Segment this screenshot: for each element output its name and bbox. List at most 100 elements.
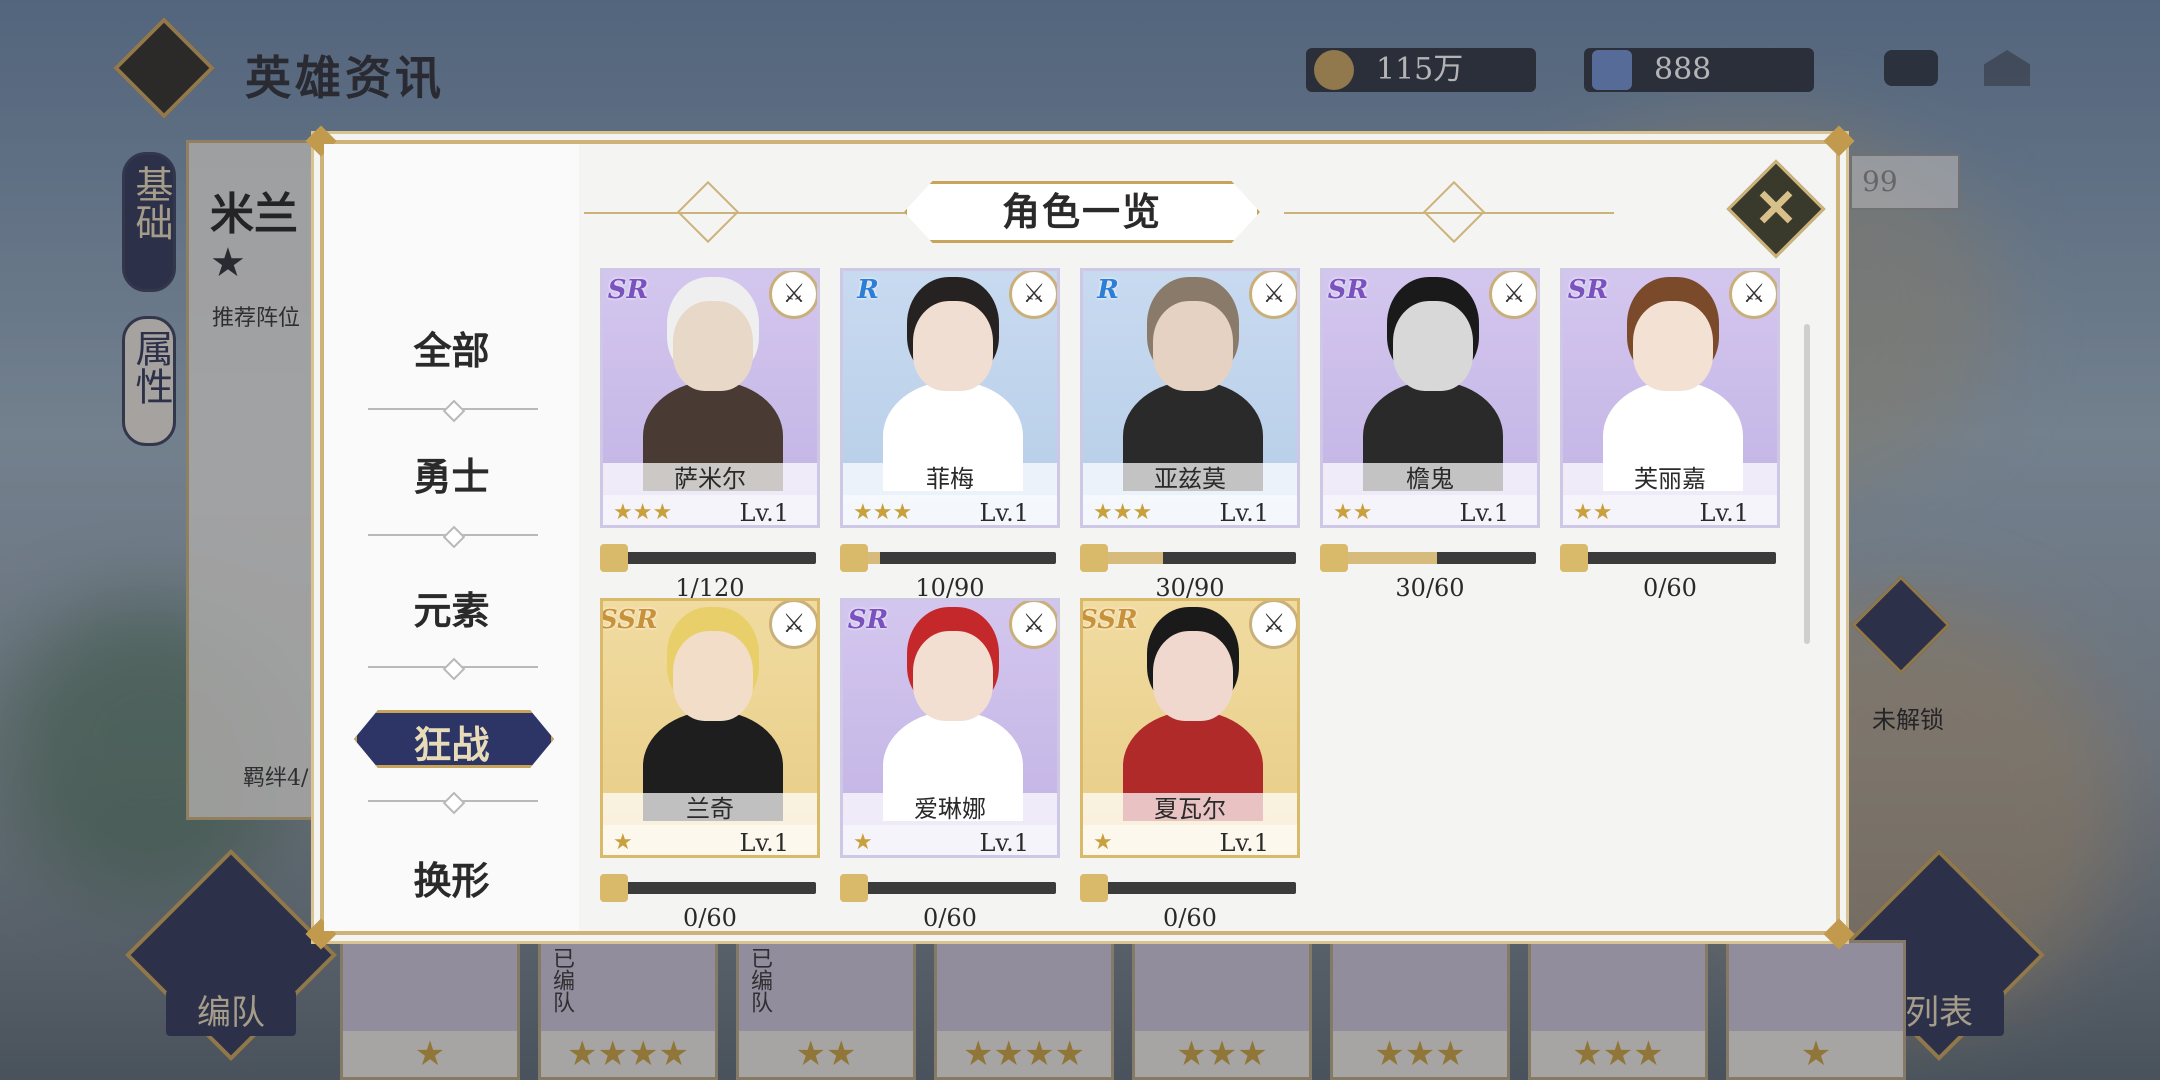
progress-text: 0/60 [1643,574,1697,602]
hero-info-bar: ★ Lv.1 [1083,825,1297,855]
hero-card[interactable]: SR ⚔ 爱琳娜 ★ Lv.1 [840,598,1060,858]
hero-card[interactable]: SR ⚔ 芙丽嘉 ★★ Lv.1 [1560,268,1780,528]
hero-info-bar: ★ Lv.1 [843,825,1057,857]
fragment-progress: 0/60 [1560,540,1780,602]
progress-text: 0/60 [923,904,977,932]
portrait-head [1633,301,1713,391]
portrait-head [1153,301,1233,391]
hero-name: 菲梅 [843,463,1057,495]
hero-card[interactable]: SR ⚔ 檐鬼 ★★ Lv.1 [1320,268,1540,528]
fragment-progress: 30/60 [1320,540,1540,602]
title-decor-line [584,212,924,214]
progress-bar [1098,552,1296,564]
axe-class-icon: ⚔ [1009,601,1057,649]
puzzle-piece-icon [1080,874,1108,902]
puzzle-piece-icon [1560,544,1588,572]
game-screen: { "header": {"title": "英雄资讯"}, "resource… [0,0,2160,1080]
hero-name: 亚兹莫 [1083,463,1297,495]
fragment-progress: 0/60 [600,870,820,932]
axe-class-icon: ⚔ [1729,271,1777,319]
scrollbar[interactable] [1804,324,1810,644]
portrait-head [1153,631,1233,721]
hero-level: Lv.1 [979,499,1029,527]
puzzle-piece-icon [840,874,868,902]
rarity-badge: SSR [600,605,658,635]
category-element[interactable]: 元素 [324,580,579,635]
hero-stars: ★★★ [853,500,913,525]
fragment-progress: 30/90 [1080,540,1300,602]
progress-text: 0/60 [683,904,737,932]
fragment-progress: 10/90 [840,540,1060,602]
hero-portrait [1113,621,1273,821]
modal-title: 角色一览 [1001,189,1162,234]
category-warrior[interactable]: 勇士 [324,446,579,501]
portrait-head [673,631,753,721]
rarity-badge: R [857,275,879,305]
portrait-head [913,631,993,721]
puzzle-piece-icon [840,544,868,572]
progress-bar [618,882,816,894]
hero-card[interactable]: R ⚔ 亚兹莫 ★★★ Lv.1 [1080,268,1300,528]
rarity-badge: SR [607,275,649,305]
hero-info-bar: ★ Lv.1 [603,825,817,855]
puzzle-piece-icon [1080,544,1108,572]
hero-info-bar: ★★ Lv.1 [1563,495,1777,527]
hero-stars: ★★★ [1093,500,1153,525]
hero-info-bar: ★★ Lv.1 [1323,495,1537,525]
progress-text: 30/60 [1395,574,1465,602]
hero-card[interactable]: SSR ⚔ 夏瓦尔 ★ Lv.1 [1080,598,1300,858]
fragment-progress: 0/60 [1080,870,1300,932]
progress-fill [1338,552,1437,564]
character-list-modal: 全部 勇士 元素 狂战 换形 角色一览 ✕ SR ⚔ 萨米尔 ★★★ Lv.1 … [305,125,1855,950]
hero-card[interactable]: R ⚔ 菲梅 ★★★ Lv.1 [840,268,1060,528]
hero-stars: ★ [1093,830,1113,855]
hero-stars: ★ [613,830,633,855]
fragment-progress: 1/120 [600,540,820,602]
rarity-badge: SSR [1080,605,1138,635]
hero-stars: ★ [853,830,873,855]
hero-portrait [1353,291,1513,491]
hero-level: Lv.1 [739,499,789,527]
hero-portrait [633,291,793,491]
hero-portrait [1593,291,1753,491]
hero-stars: ★★ [1573,500,1613,525]
nav-divider [368,534,538,536]
hero-level: Lv.1 [979,829,1029,857]
hero-name: 兰奇 [603,793,817,825]
hero-stars: ★★ [1333,500,1373,525]
nav-divider [368,408,538,410]
rarity-badge: SR [847,605,889,635]
axe-class-icon: ⚔ [1249,601,1297,649]
hero-info-bar: ★★★ Lv.1 [603,495,817,527]
axe-class-icon: ⚔ [1249,271,1297,319]
hero-card[interactable]: SR ⚔ 萨米尔 ★★★ Lv.1 [600,268,820,528]
progress-text: 0/60 [1163,904,1217,932]
hero-level: Lv.1 [1219,499,1269,527]
hero-info-bar: ★★★ Lv.1 [1083,495,1297,527]
puzzle-piece-icon [1320,544,1348,572]
axe-class-icon: ⚔ [1489,271,1537,319]
rarity-badge: R [1097,275,1119,305]
hero-card[interactable]: SSR ⚔ 兰奇 ★ Lv.1 [600,598,820,858]
hero-portrait [633,621,793,821]
category-shapeshift[interactable]: 换形 [324,850,579,905]
category-nav: 全部 勇士 元素 狂战 换形 [324,144,579,931]
title-decor-diamond [676,180,740,244]
progress-bar [1578,552,1776,564]
hero-info-bar: ★★★ Lv.1 [843,495,1057,527]
category-berserker[interactable]: 狂战 [324,714,579,769]
progress-bar [1098,882,1296,894]
nav-divider [368,800,538,802]
hero-name: 爱琳娜 [843,793,1057,825]
progress-bar [618,552,816,564]
category-all[interactable]: 全部 [324,320,579,375]
hero-name: 檐鬼 [1323,463,1537,495]
fragment-progress: 0/60 [840,870,1060,932]
hero-portrait [873,621,1033,821]
rarity-badge: SR [1327,275,1369,305]
progress-bar [1338,552,1536,564]
portrait-head [913,301,993,391]
hero-level: Lv.1 [1699,499,1749,527]
portrait-head [1393,301,1473,391]
close-icon[interactable]: ✕ [1741,174,1811,244]
